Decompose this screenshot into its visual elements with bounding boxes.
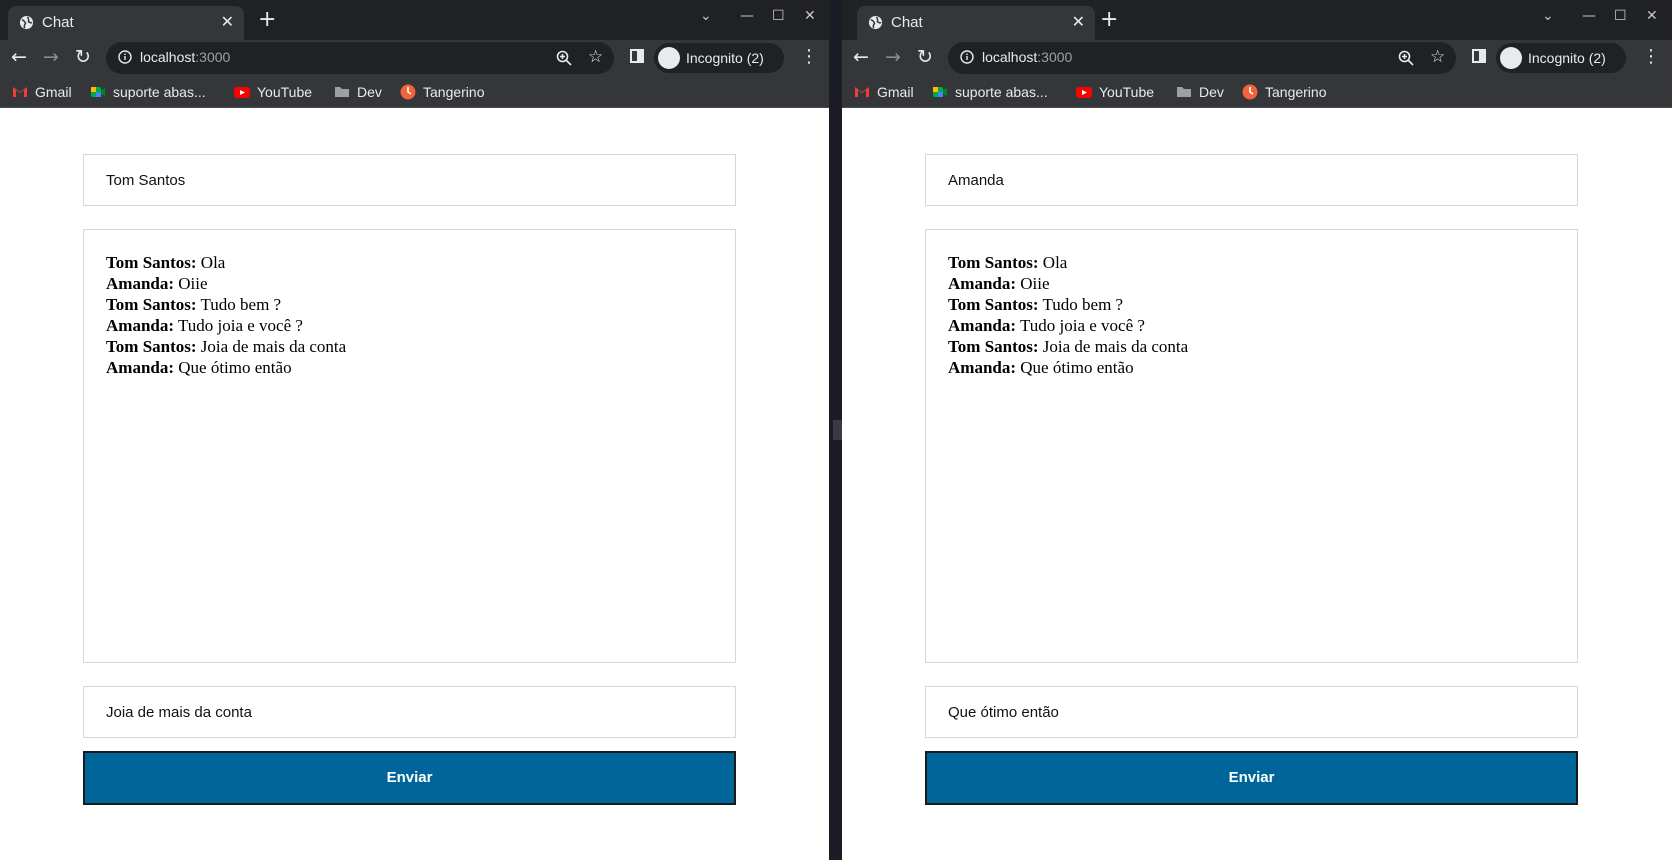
chat-page: Tom Santos: Ola Amanda: Oiie Tom Santos:… (0, 108, 829, 860)
browser-chrome: Chat ✕ + ⌄ — ☐ ✕ ← → ↻ localhost:3000 ☆ … (842, 0, 1672, 108)
info-icon (960, 50, 974, 64)
browser-window-right: Chat ✕ + ⌄ — ☐ ✕ ← → ↻ localhost:3000 ☆ … (842, 0, 1672, 860)
message-line: Tom Santos: Ola (948, 253, 1068, 272)
message-line: Amanda: Que ótimo então (948, 358, 1134, 377)
youtube-icon (1076, 87, 1092, 98)
message-line: Tom Santos: Ola (106, 253, 226, 272)
message-line: Amanda: Tudo joia e você ? (948, 316, 1145, 335)
incognito-indicator[interactable]: Incognito (2) (654, 43, 784, 73)
tab-strip: Chat ✕ + ⌄ — ☐ ✕ (842, 0, 1672, 40)
tab-chat[interactable]: Chat ✕ (8, 6, 244, 40)
star-icon[interactable]: ☆ (588, 47, 603, 67)
side-panel-icon[interactable] (630, 49, 644, 63)
tab-chat[interactable]: Chat ✕ (857, 6, 1095, 40)
youtube-icon (234, 87, 250, 98)
browser-window-left: Chat ✕ + ⌄ — ☐ ✕ ← → ↻ localhost:3000 ☆ … (0, 0, 829, 860)
message-line: Amanda: Oiie (106, 274, 208, 293)
forward-icon[interactable]: → (882, 46, 904, 68)
new-tab-icon[interactable]: + (1100, 8, 1118, 32)
gmail-icon (855, 87, 869, 97)
side-panel-icon[interactable] (1472, 49, 1486, 63)
bookmark-suporte[interactable]: suporte abas... (90, 82, 206, 102)
close-icon[interactable]: ✕ (1072, 12, 1085, 32)
toolbar: ← → ↻ localhost:3000 ☆ Incognito (2) ⋮ (0, 40, 829, 76)
username-input[interactable] (83, 154, 736, 206)
back-icon[interactable]: ← (850, 46, 872, 68)
new-tab-icon[interactable]: + (258, 8, 276, 32)
maximize-icon[interactable]: ☐ (1614, 8, 1627, 32)
bookmark-dev[interactable]: Dev (1176, 82, 1224, 102)
incognito-icon (1500, 47, 1522, 69)
info-icon (118, 50, 132, 64)
menu-icon[interactable]: ⋮ (1642, 46, 1660, 68)
bookmarks-bar: Gmail suporte abas... YouTube Dev Tanger… (0, 76, 829, 108)
menu-icon[interactable]: ⋮ (800, 46, 818, 68)
forward-icon[interactable]: → (40, 46, 62, 68)
window-seam (829, 0, 842, 860)
bookmark-suporte[interactable]: suporte abas... (932, 82, 1048, 102)
bookmark-dev[interactable]: Dev (334, 82, 382, 102)
messages-panel: Tom Santos: Ola Amanda: Oiie Tom Santos:… (925, 229, 1578, 663)
meet-icon (91, 87, 105, 97)
message-input[interactable] (83, 686, 736, 738)
send-button[interactable]: Enviar (925, 751, 1578, 805)
close-icon[interactable]: ✕ (221, 12, 234, 32)
messages-panel: Tom Santos: Ola Amanda: Oiie Tom Santos:… (83, 229, 736, 663)
incognito-indicator[interactable]: Incognito (2) (1496, 43, 1626, 73)
address-bar[interactable]: localhost:3000 ☆ (948, 42, 1456, 74)
globe-icon (19, 15, 34, 30)
star-icon[interactable]: ☆ (1430, 47, 1445, 67)
url-text[interactable]: localhost:3000 (140, 49, 230, 65)
message-line: Tom Santos: Joia de mais da conta (948, 337, 1189, 356)
zoom-icon[interactable] (1398, 50, 1414, 66)
minimize-icon[interactable]: — (1582, 8, 1596, 32)
tab-search-icon[interactable]: ⌄ (1542, 8, 1554, 32)
globe-icon (868, 15, 883, 30)
zoom-icon[interactable] (556, 50, 572, 66)
chat-page: Tom Santos: Ola Amanda: Oiie Tom Santos:… (842, 108, 1672, 860)
clock-icon (1242, 84, 1258, 100)
minimize-icon[interactable]: — (740, 8, 754, 32)
bookmarks-bar: Gmail suporte abas... YouTube Dev Tanger… (842, 76, 1672, 108)
tab-title: Chat (42, 14, 74, 31)
maximize-icon[interactable]: ☐ (772, 8, 785, 32)
bookmark-tangerino[interactable]: Tangerino (1242, 82, 1327, 102)
send-button[interactable]: Enviar (83, 751, 736, 805)
reload-icon[interactable]: ↻ (914, 46, 936, 68)
tab-title: Chat (891, 14, 923, 31)
message-line: Tom Santos: Tudo bem ? (948, 295, 1124, 314)
browser-chrome: Chat ✕ + ⌄ — ☐ ✕ ← → ↻ localhost:3000 ☆ … (0, 0, 829, 108)
incognito-icon (658, 47, 680, 69)
back-icon[interactable]: ← (8, 46, 30, 68)
close-window-icon[interactable]: ✕ (1646, 8, 1658, 32)
bookmark-tangerino[interactable]: Tangerino (400, 82, 485, 102)
bookmark-gmail[interactable]: Gmail (12, 82, 72, 102)
gmail-icon (13, 87, 27, 97)
close-window-icon[interactable]: ✕ (804, 8, 816, 32)
message-line: Tom Santos: Joia de mais da conta (106, 337, 347, 356)
message-input[interactable] (925, 686, 1578, 738)
bookmark-gmail[interactable]: Gmail (854, 82, 914, 102)
message-line: Amanda: Oiie (948, 274, 1050, 293)
reload-icon[interactable]: ↻ (72, 46, 94, 68)
address-bar[interactable]: localhost:3000 ☆ (106, 42, 614, 74)
message-line: Tom Santos: Tudo bem ? (106, 295, 282, 314)
tab-search-icon[interactable]: ⌄ (700, 8, 712, 32)
clock-icon (400, 84, 416, 100)
tab-strip: Chat ✕ + ⌄ — ☐ ✕ (0, 0, 829, 40)
message-line: Amanda: Tudo joia e você ? (106, 316, 303, 335)
message-line: Amanda: Que ótimo então (106, 358, 292, 377)
folder-icon (1177, 87, 1191, 97)
meet-icon (933, 87, 947, 97)
bookmark-youtube[interactable]: YouTube (1076, 82, 1154, 102)
url-text[interactable]: localhost:3000 (982, 49, 1072, 65)
bookmark-youtube[interactable]: YouTube (234, 82, 312, 102)
username-input[interactable] (925, 154, 1578, 206)
toolbar: ← → ↻ localhost:3000 ☆ Incognito (2) ⋮ (842, 40, 1672, 76)
folder-icon (335, 87, 349, 97)
